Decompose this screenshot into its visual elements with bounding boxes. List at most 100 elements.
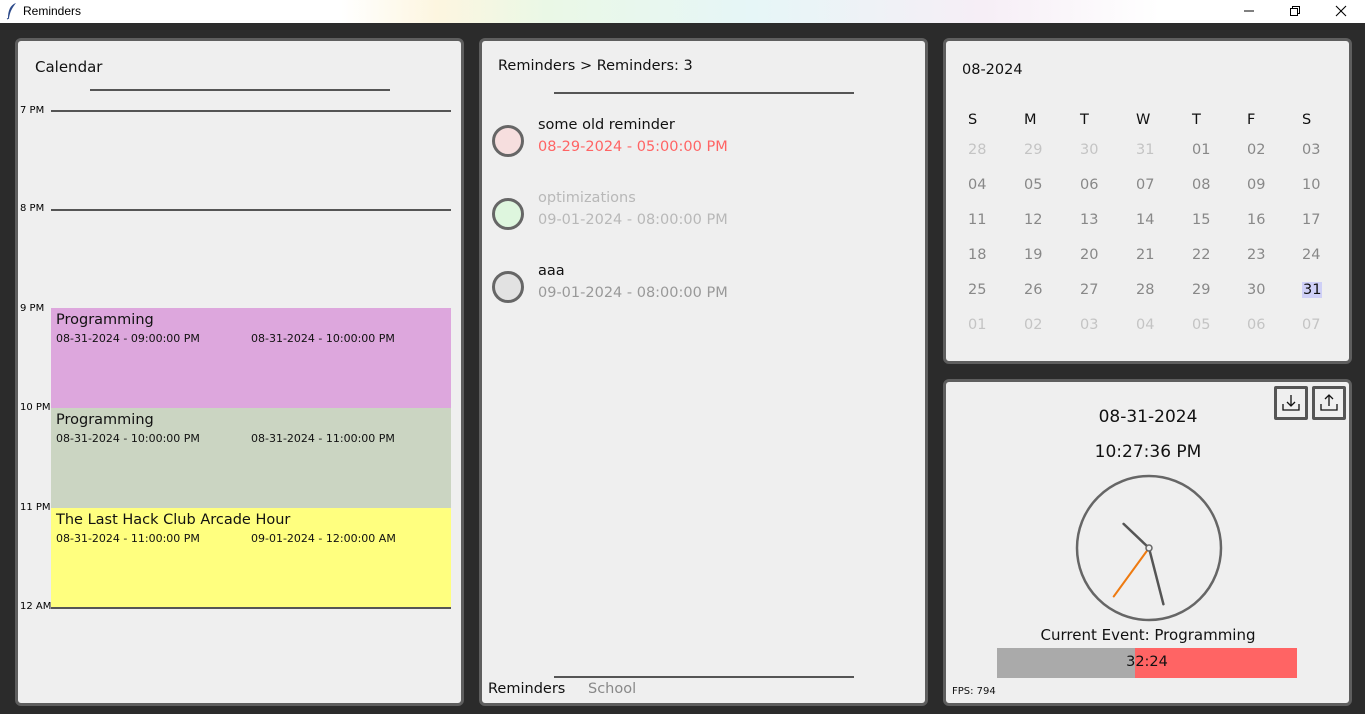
reminder-name[interactable]: aaa	[538, 263, 565, 279]
calendar-day-label: 27	[1080, 282, 1099, 298]
calendar-day[interactable]: 01	[968, 317, 996, 333]
calendar-day-label: 16	[1247, 212, 1266, 228]
calendar-day[interactable]: 15	[1192, 212, 1220, 228]
calendar-day[interactable]: 23	[1247, 247, 1275, 263]
calendar-day[interactable]: 25	[968, 282, 996, 298]
hour-line	[51, 209, 451, 211]
calendar-day[interactable]: 08	[1192, 177, 1220, 193]
calendar-day[interactable]: 02	[1024, 317, 1052, 333]
calendar-day[interactable]: 31	[1136, 142, 1164, 158]
reminder-item: some old reminder 08-29-2024 - 05:00:00 …	[492, 117, 912, 175]
calendar-day[interactable]: 28	[968, 142, 996, 158]
export-button[interactable]	[1312, 386, 1346, 420]
calendar-day-label: 07	[1302, 317, 1321, 333]
calendar-day-label: 19	[1024, 247, 1043, 263]
calendar-day[interactable]: 06	[1080, 177, 1108, 193]
reminder-name[interactable]: optimizations	[538, 190, 636, 206]
calendar-day-label: 03	[1080, 317, 1099, 333]
hour-label-9pm: 9 PM	[20, 303, 45, 314]
calendar-day[interactable]: 19	[1024, 247, 1052, 263]
calendar-event[interactable]: Programming 08-31-2024 - 10:00:00 PM 08-…	[51, 408, 451, 508]
calendar-day[interactable]: 17	[1302, 212, 1330, 228]
calendar-day[interactable]: 04	[1136, 317, 1164, 333]
weekday-header: T	[1080, 112, 1089, 128]
calendar-day-label: 30	[1247, 282, 1266, 298]
calendar-day[interactable]: 30	[1247, 282, 1275, 298]
reminder-name[interactable]: some old reminder	[538, 117, 675, 133]
calendar-day[interactable]: 11	[968, 212, 996, 228]
calendar-day[interactable]: 26	[1024, 282, 1052, 298]
hour-label-10pm: 10 PM	[20, 402, 51, 413]
calendar-day-label: 04	[1136, 317, 1155, 333]
weekday-header: M	[1024, 112, 1037, 128]
calendar-day[interactable]: 14	[1136, 212, 1164, 228]
calendar-day[interactable]: 03	[1302, 142, 1330, 158]
event-start: 08-31-2024 - 10:00:00 PM	[56, 432, 200, 445]
calendar-day[interactable]: 06	[1247, 317, 1275, 333]
tab-school[interactable]: School	[588, 681, 636, 697]
calendar-day[interactable]: 04	[968, 177, 996, 193]
event-end: 08-31-2024 - 11:00:00 PM	[251, 432, 395, 445]
tab-reminders[interactable]: Reminders	[488, 681, 565, 697]
calendar-day[interactable]: 21	[1136, 247, 1164, 263]
calendar-day[interactable]: 05	[1192, 317, 1220, 333]
calendar-day[interactable]: 27	[1080, 282, 1108, 298]
close-button[interactable]	[1318, 0, 1364, 23]
calendar-day[interactable]: 09	[1247, 177, 1275, 193]
analog-clock	[1075, 474, 1223, 622]
reminder-complete-toggle[interactable]	[492, 271, 524, 303]
calendar-event[interactable]: The Last Hack Club Arcade Hour 08-31-202…	[51, 508, 451, 608]
calendar-day-label: 08	[1192, 177, 1211, 193]
import-button[interactable]	[1274, 386, 1308, 420]
reminder-item: optimizations 09-01-2024 - 08:00:00 PM	[492, 190, 912, 248]
calendar-day[interactable]: 22	[1192, 247, 1220, 263]
calendar-day[interactable]: 18	[968, 247, 996, 263]
calendar-day-label: 20	[1080, 247, 1099, 263]
calendar-day[interactable]: 24	[1302, 247, 1330, 263]
calendar-day[interactable]: 12	[1024, 212, 1052, 228]
calendar-day[interactable]: 16	[1247, 212, 1275, 228]
reminder-complete-toggle[interactable]	[492, 198, 524, 230]
calendar-day-label: 13	[1080, 212, 1099, 228]
calendar-day-label: 15	[1192, 212, 1211, 228]
calendar-day[interactable]: 07	[1136, 177, 1164, 193]
tabs-divider	[554, 676, 854, 678]
restore-button[interactable]	[1272, 0, 1318, 23]
calendar-day[interactable]: 29	[1024, 142, 1052, 158]
calendar-day[interactable]: 03	[1080, 317, 1108, 333]
calendar-day[interactable]: 20	[1080, 247, 1108, 263]
calendar-day-label: 25	[968, 282, 987, 298]
calendar-panel: Calendar 7 PM 8 PM Programming 08-31-202…	[15, 38, 464, 706]
event-end: 09-01-2024 - 12:00:00 AM	[251, 532, 396, 545]
calendar-day-label: 02	[1024, 317, 1043, 333]
calendar-day[interactable]: 29	[1192, 282, 1220, 298]
calendar-day[interactable]: 07	[1302, 317, 1330, 333]
window-title: Reminders	[23, 4, 82, 18]
minimize-button[interactable]	[1226, 0, 1272, 23]
weekday-header: F	[1247, 112, 1256, 128]
calendar-day[interactable]: 01	[1192, 142, 1220, 158]
breadcrumb: Reminders > Reminders: 3	[498, 58, 693, 74]
event-title: Programming	[56, 412, 154, 428]
clock-center	[1145, 544, 1153, 552]
minimize-icon	[1244, 10, 1254, 12]
calendar-day[interactable]: 05	[1024, 177, 1052, 193]
current-event-label: Current Event: Programming	[1040, 626, 1256, 644]
calendar-day[interactable]: 28	[1136, 282, 1164, 298]
fps-counter: FPS: 794	[952, 686, 996, 697]
calendar-day-label: 28	[968, 142, 987, 158]
current-time: 10:27:36 PM	[1094, 442, 1202, 462]
hour-line	[51, 607, 451, 609]
breadcrumb-underline	[554, 92, 854, 94]
calendar-event[interactable]: Programming 08-31-2024 - 09:00:00 PM 08-…	[51, 308, 451, 408]
second-hand	[1112, 547, 1150, 598]
calendar-day[interactable]: 02	[1247, 142, 1275, 158]
calendar-day[interactable]: 10	[1302, 177, 1330, 193]
calendar-day[interactable]: 30	[1080, 142, 1108, 158]
reminder-complete-toggle[interactable]	[492, 125, 524, 157]
restore-icon	[1290, 6, 1300, 16]
calendar-day-label: 01	[1192, 142, 1211, 158]
event-start: 08-31-2024 - 09:00:00 PM	[56, 332, 200, 345]
calendar-day[interactable]: 13	[1080, 212, 1108, 228]
calendar-day[interactable]: 31	[1302, 282, 1330, 298]
